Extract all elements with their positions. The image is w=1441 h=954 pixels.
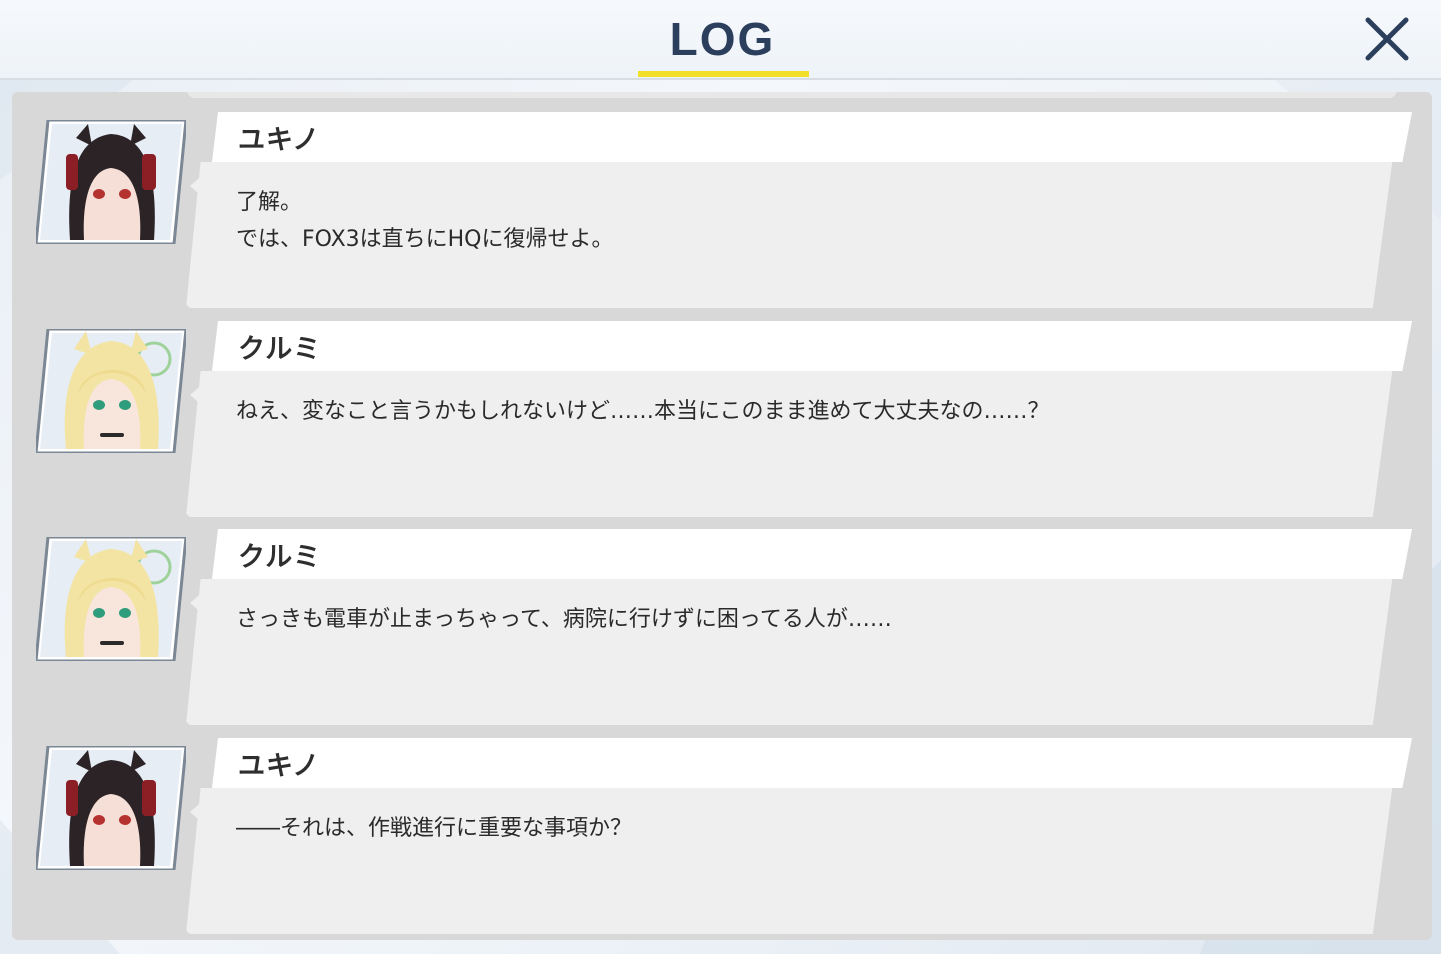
bubble-tail: [190, 589, 206, 617]
yukino-portrait[interactable]: [34, 744, 188, 872]
title-underline: [638, 71, 809, 77]
close-button[interactable]: [1360, 12, 1414, 66]
message-text: 了解。 では、FOX3は直ちにHQに復帰せよ。: [236, 190, 614, 252]
yukino-portrait[interactable]: [34, 118, 188, 246]
speaker-name-bar: [212, 738, 1412, 788]
log-header: LOG: [0, 0, 1441, 80]
speaker-name: ユキノ: [238, 125, 321, 156]
speaker-name-bar: [212, 529, 1412, 579]
speaker-name: クルミ: [238, 334, 322, 365]
message-text: ねえ、変なこと言うかもしれないけど……本当にこのまま進めて大丈夫なの……？: [236, 399, 1050, 424]
speaker-name-bar: [212, 112, 1412, 162]
bubble-tail: [190, 381, 206, 409]
close-icon[interactable]: [1360, 12, 1414, 66]
log-entry: ユキノ 了解。 では、FOX3は直ちにHQに復帰せよ。: [12, 92, 1432, 308]
bubble-tail: [190, 798, 206, 826]
speaker-name: ユキノ: [238, 751, 321, 782]
log-entry: ユキノ ――それは、作戦進行に重要な事項か？: [12, 718, 1432, 934]
message-text: さっきも電車が止まっちゃって、病院に行けずに困ってる人が……: [236, 607, 892, 632]
log-list[interactable]: ユキノ 了解。 では、FOX3は直ちにHQに復帰せよ。 クルミ ねえ、変なこと言…: [12, 92, 1432, 940]
log-entry: クルミ さっきも電車が止まっちゃって、病院に行けずに困ってる人が……: [12, 509, 1432, 725]
speaker-name-bar: [212, 321, 1412, 371]
message-text: ――それは、作戦進行に重要な事項か？: [236, 816, 633, 841]
kurumi-portrait[interactable]: [34, 327, 188, 455]
bubble-tail: [190, 172, 206, 200]
window-title: LOG: [669, 13, 776, 65]
speaker-name: クルミ: [238, 542, 322, 573]
kurumi-portrait[interactable]: [34, 535, 188, 663]
log-entry: クルミ ねえ、変なこと言うかもしれないけど……本当にこのまま進めて大丈夫なの………: [12, 301, 1432, 517]
